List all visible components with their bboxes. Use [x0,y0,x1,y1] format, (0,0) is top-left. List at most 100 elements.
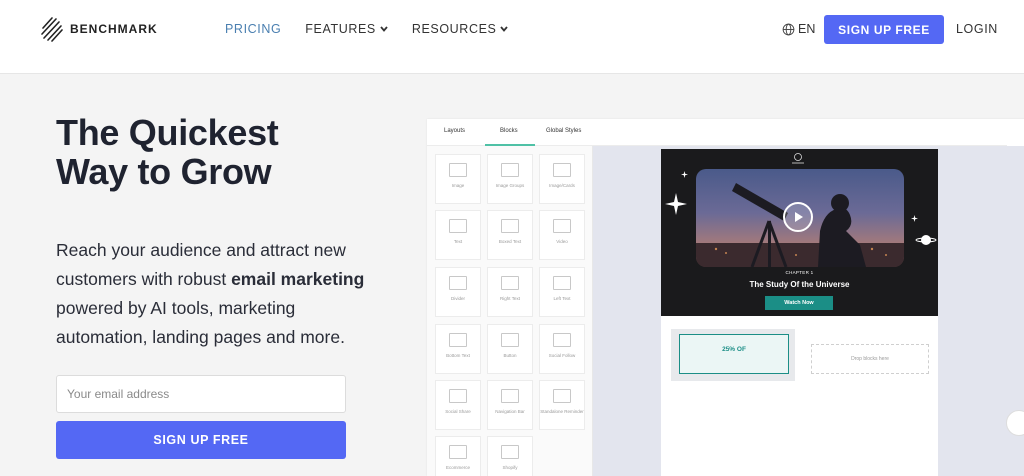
nav-features[interactable]: FEATURES [305,22,388,36]
boxed-text-icon [501,219,519,233]
left-text-icon [553,276,571,290]
email-hero-section[interactable]: CHAPTER 1 The Study Of the Universe Watc… [661,149,938,316]
globe-icon [782,23,795,35]
drop-zone-label: Drop blocks here [851,356,889,362]
block-image[interactable]: Image [435,154,481,204]
email-input[interactable] [56,375,346,413]
block-label: Text [453,239,463,244]
social-follow-icon [553,333,571,347]
login-link[interactable]: LOGIN [956,22,998,36]
bottom-text-icon [449,333,467,347]
block-image-groups[interactable]: Image Groups [487,154,533,204]
editor-tabs: Layouts Blocks Global Styles [427,119,1007,146]
block-ecommerce[interactable]: Ecommerce [435,436,481,476]
chevron-down-icon [500,26,509,32]
block-label: Image/Cards [549,183,575,188]
block-label: Right Text [500,296,520,301]
button-icon [501,333,519,347]
block-label: Video [556,239,568,244]
header-signup-button[interactable]: SIGN UP FREE [824,15,944,44]
chapter-label: CHAPTER 1 [785,270,814,275]
coupon-box: 25% OF [679,334,789,374]
image-cards-icon [553,163,571,177]
nav-pricing[interactable]: PRICING [225,22,281,36]
benchmark-logo[interactable]: BENCHMARK [40,16,158,42]
video-icon [553,219,571,233]
site-header: BENCHMARK PRICING FEATURES RESOURCES EN … [0,0,1024,74]
nav-features-label: FEATURES [305,22,376,36]
sparkle-icon [911,215,918,222]
email-editor-preview: Layouts Blocks Global Styles Image Image… [427,119,1024,476]
block-image-cards[interactable]: Image/Cards [539,154,585,204]
tab-blocks[interactable]: Blocks [500,128,518,134]
hero-desc-bold: email marketing [231,269,365,289]
image-icon [449,163,467,177]
image-groups-icon [501,163,519,177]
block-label: Left Text [553,296,571,301]
main-nav: PRICING FEATURES RESOURCES [225,22,509,36]
hero-photo [696,169,904,267]
block-divider[interactable]: Divider [435,267,481,317]
block-social-follow[interactable]: Social Follow [539,324,585,374]
email-preview: CHAPTER 1 The Study Of the Universe Watc… [661,149,938,476]
standalone-reminder-icon [553,389,571,403]
email-logo-icon [792,153,804,164]
divider-icon [449,276,467,290]
block-label: Navigation Bar [495,409,525,414]
planet-icon [915,235,937,245]
logo-text: BENCHMARK [70,22,158,36]
navigation-bar-icon [501,389,519,403]
hero-title-line2: Way to Grow [56,150,272,192]
block-label: Bottom Text [446,353,470,358]
language-selector[interactable]: EN [782,22,815,36]
tab-global-styles[interactable]: Global Styles [546,128,581,134]
block-label: Image [451,183,465,188]
social-share-icon [449,389,467,403]
chevron-down-icon [380,26,388,32]
nav-pricing-label: PRICING [225,22,282,36]
hero-desc-part2: powered by AI tools, marketing automatio… [56,298,345,347]
block-label: Social Share [445,409,471,414]
email-title: The Study Of the Universe [749,280,850,289]
block-label: Social Follow [548,353,576,358]
block-boxed-text[interactable]: Boxed Text [487,210,533,260]
block-label: Standalone Reminder [540,409,584,414]
nav-resources[interactable]: RESOURCES [412,22,509,36]
block-button[interactable]: Button [487,324,533,374]
play-icon [795,212,803,222]
tab-layouts[interactable]: Layouts [444,128,465,134]
blocks-panel: Image Image Groups Image/Cards Text Boxe… [427,146,593,476]
drop-zone[interactable]: Drop blocks here [811,344,929,374]
hero-title-line1: The Quickest [56,112,279,153]
language-label: EN [798,22,816,36]
block-label: Divider [450,296,465,301]
block-navigation-bar[interactable]: Navigation Bar [487,380,533,430]
hero-title: The Quickest Way to Grow [56,112,386,192]
block-left-text[interactable]: Left Text [539,267,585,317]
coupon-text: 25% OF [722,346,746,353]
block-label: Shopify [502,465,518,470]
watch-now-button[interactable]: Watch Now [765,296,833,310]
text-icon [449,219,467,233]
block-shopify[interactable]: Shopify [487,436,533,476]
sparkle-icon [681,171,688,178]
block-label: Boxed Text [498,239,522,244]
block-right-text[interactable]: Right Text [487,267,533,317]
shopify-icon [501,445,519,459]
block-text[interactable]: Text [435,210,481,260]
hero-description: Reach your audience and attract new cust… [56,236,376,352]
cart-icon [449,445,467,459]
coupon-block[interactable]: 25% OF [671,329,795,381]
right-text-icon [501,276,519,290]
play-button[interactable] [783,202,813,232]
block-video[interactable]: Video [539,210,585,260]
nav-resources-label: RESOURCES [411,22,497,36]
benchmark-logo-icon [41,17,63,42]
block-standalone-reminder[interactable]: Standalone Reminder [539,380,585,430]
block-bottom-text[interactable]: Bottom Text [435,324,481,374]
sparkle-icon [665,193,687,215]
block-social-share[interactable]: Social Share [435,380,481,430]
hero-signup-button[interactable]: SIGN UP FREE [56,421,346,459]
block-label: Image Groups [495,183,525,188]
editor-canvas: CHAPTER 1 The Study Of the Universe Watc… [593,146,1024,476]
